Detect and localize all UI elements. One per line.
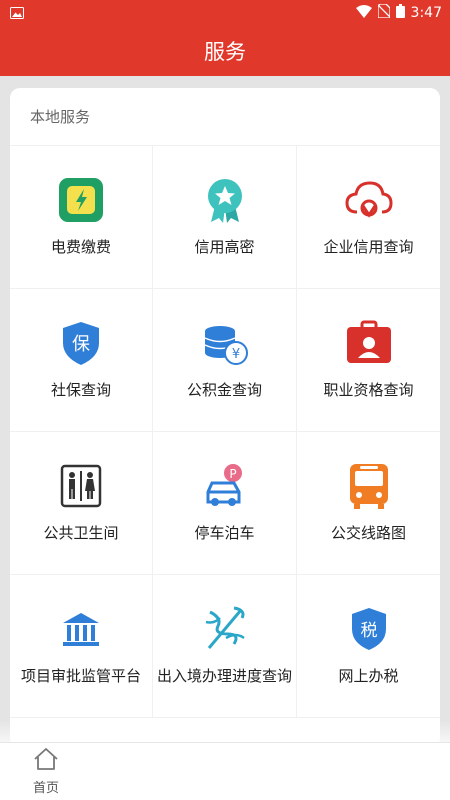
bottom-tab-bar: 首页 [0, 742, 450, 800]
local-services-card: 本地服务 电费缴费 信用高密 企业信用查询 保 社保查询 ¥ 公积金查询 职业资… [10, 88, 440, 748]
svg-text:P: P [229, 467, 236, 481]
service-label: 网上办税 [338, 667, 399, 685]
service-label: 社保查询 [50, 381, 111, 399]
service-item-exit-entry-progress[interactable]: 出入境办理进度查询 [153, 575, 297, 718]
credit-badge-icon [199, 174, 251, 226]
wifi-icon [355, 4, 372, 22]
bus-icon [343, 460, 395, 512]
status-time: 3:47 [410, 5, 442, 21]
section-title: 本地服务 [10, 88, 440, 146]
service-label: 职业资格查询 [323, 381, 414, 399]
social-security-shield-icon: 保 [55, 317, 107, 369]
service-item-professional-qualification[interactable]: 职业资格查询 [297, 289, 440, 432]
service-label: 企业信用查询 [323, 238, 414, 256]
battery-icon [395, 4, 405, 22]
home-icon [33, 747, 59, 775]
service-label: 出入境办理进度查询 [156, 667, 292, 685]
app-header: 服务 [0, 26, 450, 76]
service-label: 公交线路图 [330, 524, 406, 542]
tab-label: 首页 [32, 781, 59, 796]
fund-coins-icon: ¥ [199, 317, 251, 369]
svg-text:¥: ¥ [231, 347, 239, 362]
id-badge-icon [343, 317, 395, 369]
svg-text:保: 保 [72, 334, 90, 355]
service-item-electricity[interactable]: 电费缴费 [10, 146, 153, 289]
status-bar: 3:47 [0, 0, 450, 26]
parking-car-icon: P [199, 460, 251, 512]
service-item-public-restroom[interactable]: 公共卫生间 [10, 432, 153, 575]
tab-home[interactable]: 首页 [16, 747, 76, 799]
service-item-social-security[interactable]: 保 社保查询 [10, 289, 153, 432]
electricity-bill-icon [55, 174, 107, 226]
service-label: 公共卫生间 [43, 524, 119, 542]
government-building-icon [55, 603, 107, 655]
services-grid: 电费缴费 信用高密 企业信用查询 保 社保查询 ¥ 公积金查询 职业资格查询 公… [10, 146, 440, 718]
service-label: 项目审批监管平台 [20, 667, 141, 685]
page-title: 服务 [204, 40, 246, 64]
tax-shield-icon: 税 [343, 603, 395, 655]
service-label: 信用高密 [194, 238, 255, 256]
service-item-bus-routes[interactable]: 公交线路图 [297, 432, 440, 575]
service-item-project-approval[interactable]: 项目审批监管平台 [10, 575, 153, 718]
service-item-online-tax[interactable]: 税 网上办税 [297, 575, 440, 718]
service-item-enterprise-credit[interactable]: 企业信用查询 [297, 146, 440, 289]
service-label: 公积金查询 [186, 381, 262, 399]
service-label: 停车泊车 [194, 524, 255, 542]
service-item-parking[interactable]: P 停车泊车 [153, 432, 297, 575]
service-item-housing-fund[interactable]: ¥ 公积金查询 [153, 289, 297, 432]
restroom-icon [55, 460, 107, 512]
service-label: 电费缴费 [50, 238, 111, 256]
service-item-credit[interactable]: 信用高密 [153, 146, 297, 289]
image-notification-icon [10, 4, 24, 23]
svg-text:税: 税 [360, 621, 377, 641]
cloud-search-icon [343, 174, 395, 226]
no-sim-icon [376, 3, 391, 22]
caduceus-icon [199, 603, 251, 655]
